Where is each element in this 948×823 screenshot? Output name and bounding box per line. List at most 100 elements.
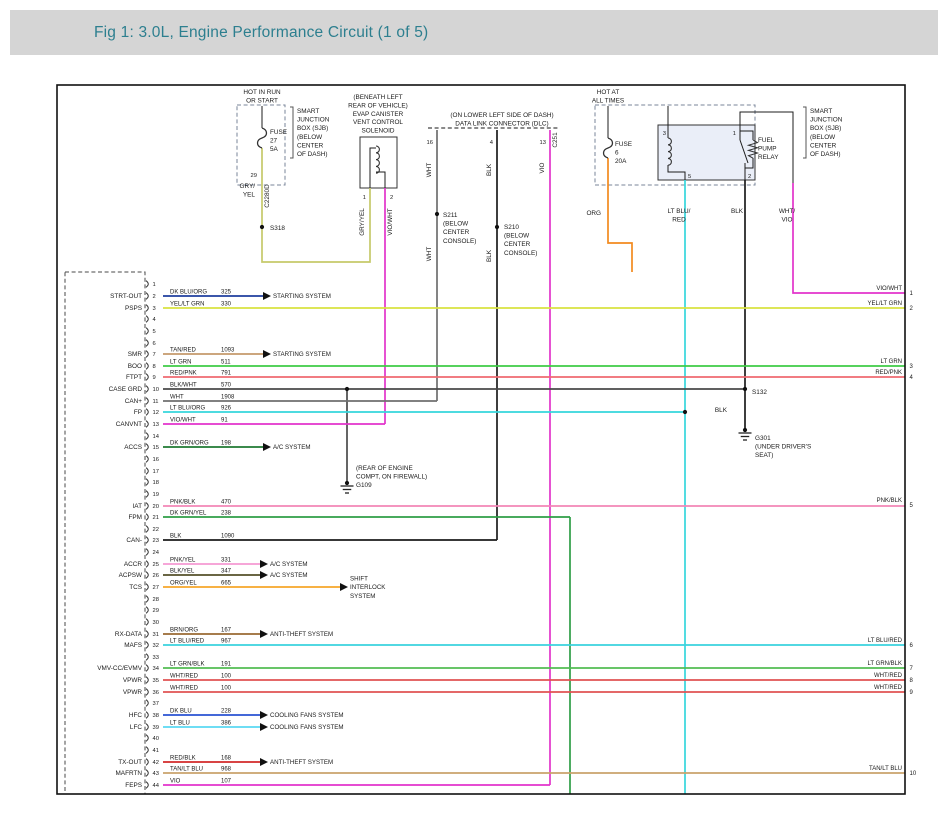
pin-bracket [146, 328, 148, 335]
label: CENTER [443, 229, 470, 236]
pin-bracket [146, 631, 148, 638]
label: 4 [490, 140, 494, 146]
splice-dot [495, 225, 499, 229]
pin-name: VMV-CC/EVMV [97, 665, 142, 672]
wire [608, 158, 632, 272]
splice-dot [743, 428, 747, 432]
destination-label: COOLING FANS SYSTEM [270, 724, 344, 731]
pin-number: 43 [153, 771, 159, 777]
label: CONSOLE) [443, 238, 476, 245]
pin-bracket [146, 293, 148, 300]
label: SMART [297, 108, 319, 115]
circuit-number: 665 [221, 580, 232, 586]
wire-color-label: LT BLU/RED [170, 638, 205, 644]
pin-name: MAFS [124, 642, 142, 649]
label: 5A [270, 146, 279, 153]
pin-bracket [146, 316, 148, 323]
label: HOT IN RUN [243, 89, 281, 96]
label: YEL [243, 192, 256, 199]
evap-solenoid-box [360, 137, 397, 188]
pin-bracket [146, 584, 148, 591]
pin-bracket [146, 398, 148, 405]
label: FUSE [270, 129, 287, 136]
label: BOX (SJB) [810, 125, 841, 132]
circuit-number: 238 [221, 510, 232, 516]
pin-name: CANVNT [116, 421, 142, 428]
label: (UNDER DRIVER'S [755, 444, 811, 451]
wire [262, 148, 370, 262]
pin-bracket [146, 665, 148, 672]
edge-number: 2 [910, 306, 914, 312]
label: 1 [733, 131, 736, 137]
pin-bracket [146, 607, 148, 614]
circuit-number: 91 [221, 417, 228, 423]
label: (BELOW [443, 221, 469, 228]
label: (BENEATH LEFT [353, 94, 402, 101]
pin-number: 19 [153, 492, 159, 498]
arrow-icon [260, 571, 268, 579]
label: VIO/WHT [387, 208, 394, 235]
label: DATA LINK CONNECTOR (DLC) [455, 121, 548, 128]
wire-color-label: WHT/RED [170, 685, 199, 691]
pin-name: STRT-OUT [110, 293, 142, 300]
pin-number: 3 [153, 306, 156, 312]
label: (REAR OF ENGINE [356, 465, 413, 472]
wire-color-label: DK GRN/YEL [170, 510, 207, 516]
pin-number: 18 [153, 480, 159, 486]
wire-color-label: RED/BLK [170, 755, 196, 761]
pin-bracket [146, 572, 148, 579]
edge-wire-label: TAN/LT BLU [869, 766, 902, 772]
label: SEAT) [755, 452, 773, 459]
label: WHT [426, 247, 433, 262]
pin-name: ACPSW [119, 572, 143, 579]
edge-wire-label: LT BLU/RED [868, 638, 903, 644]
edge-wire-label: RED/PNK [875, 370, 902, 376]
label: (ON LOWER LEFT SIDE OF DASH) [450, 112, 553, 119]
label: (BELOW [810, 134, 836, 141]
wire-color-label: LT BLU [170, 720, 190, 726]
label: BLK [715, 407, 728, 414]
pin-name: HFC [129, 712, 143, 719]
label: C251 [552, 132, 559, 148]
arrow-icon [260, 711, 268, 719]
pin-name: PSPS [125, 305, 142, 312]
pin-number: 21 [153, 515, 159, 521]
wire-color-label: WHT [170, 394, 184, 400]
destination-label: ANTI-THEFT SYSTEM [270, 759, 333, 766]
pin-bracket [146, 526, 148, 533]
destination-label: A/C SYSTEM [270, 572, 307, 579]
wire-color-label: TAN/LT BLU [170, 766, 203, 772]
wire-color-label: VIO [170, 778, 181, 784]
label: SMART [810, 108, 832, 115]
label: S132 [752, 389, 767, 396]
pin-bracket [146, 561, 148, 568]
wire-color-label: LT GRN/BLK [170, 661, 204, 667]
label: ORG [586, 210, 601, 217]
circuit-number: 570 [221, 382, 232, 388]
label: REAR OF VEHICLE) [348, 102, 408, 109]
circuit-number: 926 [221, 405, 232, 411]
fuse-icon [604, 138, 613, 158]
pin-number: 35 [153, 678, 159, 684]
label: SOLENOID [361, 128, 394, 135]
circuit-number: 791 [221, 370, 232, 376]
pin-name: BOO [128, 363, 142, 370]
label: G301 [755, 435, 771, 442]
circuit-number: 228 [221, 708, 232, 714]
pin-bracket [146, 677, 148, 684]
pin-number: 39 [153, 725, 159, 731]
circuit-number: 100 [221, 673, 232, 679]
pin-name: IAT [133, 503, 143, 510]
pin-bracket [146, 351, 148, 358]
pin-name: LFC [130, 724, 142, 731]
circuit-number: 107 [221, 778, 232, 784]
pin-bracket [146, 503, 148, 510]
pin-name: FP [134, 409, 142, 416]
pin-bracket [146, 340, 148, 347]
pin-number: 31 [153, 632, 159, 638]
circuit-number: 330 [221, 301, 232, 307]
pin-number: 32 [153, 643, 159, 649]
pin-name: TX-OUT [118, 759, 142, 766]
pin-bracket [146, 386, 148, 393]
label: OR START [246, 98, 278, 105]
